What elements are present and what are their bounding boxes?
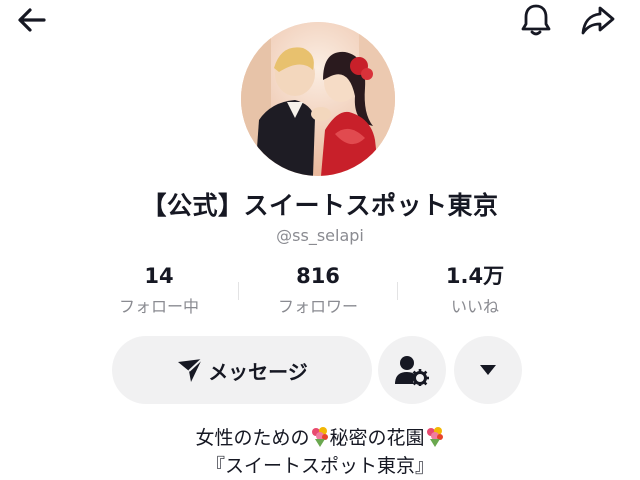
bouquet-icon xyxy=(426,427,443,447)
bio-line-1: 女性のための 秘密の花園 xyxy=(0,424,640,452)
following-stat[interactable]: 14 フォロー中 xyxy=(99,262,219,317)
stats-divider xyxy=(238,282,239,300)
bio-text: 秘密の花園 xyxy=(329,427,425,449)
message-button-label: メッセージ xyxy=(208,359,308,384)
bio-line-2: 『スイートスポット東京』 xyxy=(205,455,434,477)
notification-button[interactable] xyxy=(516,0,556,40)
followers-label: フォロワー xyxy=(277,297,358,316)
profile-avatar[interactable] xyxy=(241,22,395,176)
bio-text: 女性のための xyxy=(195,427,310,449)
likes-count: 1.4万 xyxy=(445,264,505,288)
bell-icon xyxy=(521,4,551,36)
message-button[interactable]: メッセージ xyxy=(112,336,372,404)
bouquet-icon xyxy=(311,427,328,447)
caret-down-icon xyxy=(480,365,496,375)
suggested-accounts-button[interactable] xyxy=(378,336,446,404)
more-options-button[interactable] xyxy=(454,336,522,404)
stats-divider xyxy=(397,282,398,300)
send-icon xyxy=(178,358,203,382)
profile-bio: 女性のための 秘密の花園 『スイートスポット東京』 xyxy=(0,424,640,480)
share-arrow-icon xyxy=(581,6,615,35)
following-count: 14 xyxy=(144,264,174,288)
back-button[interactable] xyxy=(12,0,52,40)
profile-stats: 14 フォロー中 816 フォロワー 1.4万 いいね xyxy=(0,262,640,322)
username: @ss_selapi xyxy=(276,226,364,245)
followers-count: 816 xyxy=(296,264,340,288)
likes-label: いいね xyxy=(450,297,499,316)
following-label: フォロー中 xyxy=(118,297,199,316)
likes-stat[interactable]: 1.4万 いいね xyxy=(415,262,535,317)
display-name: 【公式】スイートスポット東京 xyxy=(141,191,499,220)
avatar-illustration xyxy=(241,22,395,176)
followers-stat[interactable]: 816 フォロワー xyxy=(258,262,378,317)
arrow-left-icon xyxy=(18,8,46,32)
user-settings-icon xyxy=(395,356,429,386)
share-button[interactable] xyxy=(578,0,618,40)
